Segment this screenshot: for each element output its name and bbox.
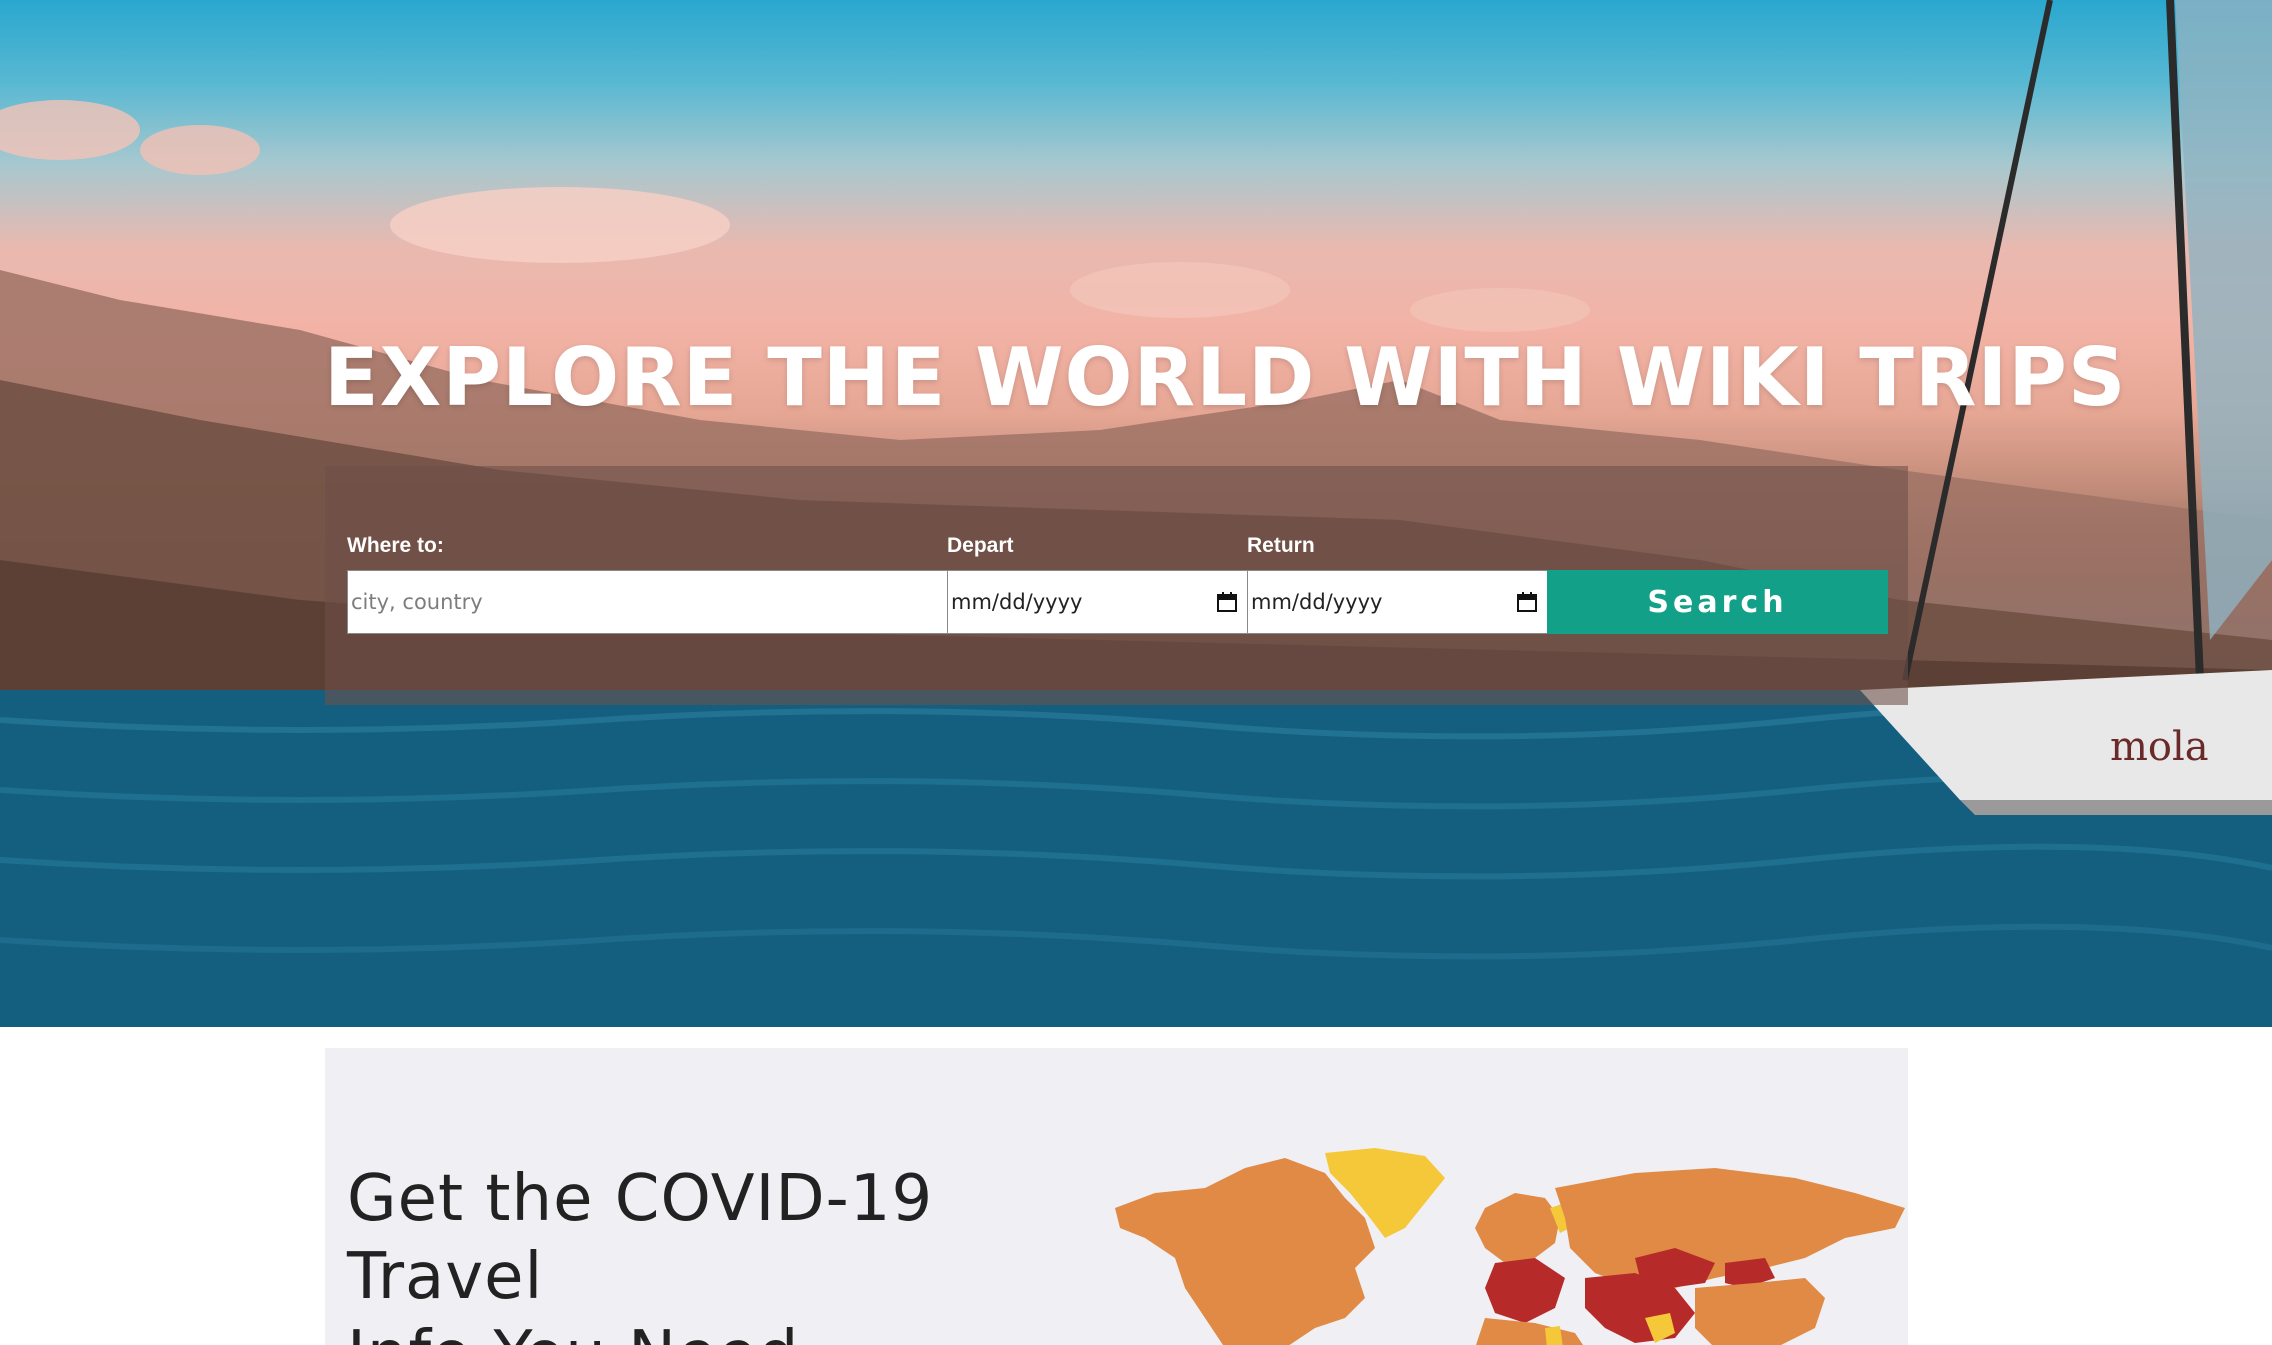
hero-banner: mola EXPLORE THE WORLD WITH WIKI TRIPS W…: [0, 0, 2272, 1027]
depart-label: Depart: [947, 534, 1014, 557]
covid-info-section: Get the COVID-19 Travel Info You Need: [325, 1048, 1908, 1345]
where-to-label: Where to:: [347, 534, 444, 557]
covid-title-line2: Info You Need: [347, 1318, 799, 1345]
destination-input[interactable]: city, country: [347, 570, 948, 634]
return-label: Return: [1247, 534, 1315, 557]
destination-placeholder: city, country: [351, 590, 483, 614]
covid-world-map: [1115, 1148, 1905, 1345]
return-date-value: mm/dd/yyyy: [1251, 590, 1383, 614]
calendar-icon[interactable]: [1517, 592, 1537, 612]
search-button[interactable]: Search: [1547, 570, 1888, 634]
covid-title-line1: Get the COVID-19 Travel: [347, 1162, 934, 1314]
depart-date-input[interactable]: mm/dd/yyyy: [947, 570, 1248, 634]
svg-text:mola: mola: [2110, 724, 2209, 770]
covid-section-title: Get the COVID-19 Travel Info You Need: [347, 1160, 1107, 1345]
trip-search-form: Where to: city, country Depart mm/dd/yyy…: [325, 466, 1908, 705]
hero-title: EXPLORE THE WORLD WITH WIKI TRIPS: [324, 331, 2127, 424]
return-date-input[interactable]: mm/dd/yyyy: [1247, 570, 1548, 634]
calendar-icon[interactable]: [1217, 592, 1237, 612]
depart-date-value: mm/dd/yyyy: [951, 590, 1083, 614]
